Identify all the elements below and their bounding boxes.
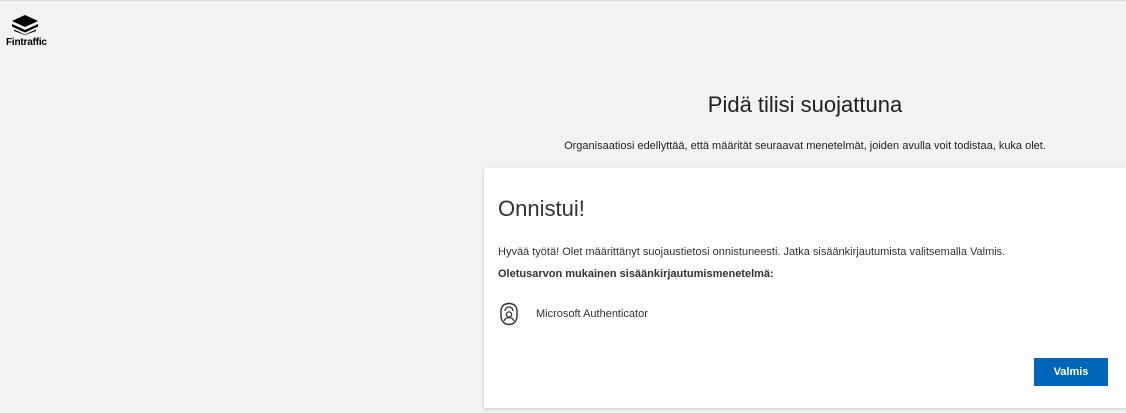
method-label: Microsoft Authenticator — [536, 308, 648, 320]
default-method-item: Microsoft Authenticator — [498, 300, 648, 328]
card-title: Onnistui! — [498, 196, 585, 221]
done-button[interactable]: Valmis — [1034, 358, 1108, 386]
page-subtitle: Organisaatiosi edellyttää, että määrität… — [564, 140, 1046, 152]
authenticator-lock-icon — [500, 302, 518, 326]
logo[interactable]: Fintraffic — [6, 15, 56, 49]
page-title: Pidä tilisi suojattuna — [707, 92, 903, 117]
success-message: Hyvää työtä! Olet määrittänyt suojaustie… — [498, 246, 1006, 258]
success-card: Onnistui! Hyvää työtä! Olet määrittänyt … — [484, 168, 1126, 408]
fintraffic-logo-icon — [12, 15, 38, 35]
main-content: Pidä tilisi suojattuna Organisaatiosi ed… — [0, 56, 1126, 413]
default-method-label: Oletusarvon mukainen sisäänkirjautumisme… — [498, 268, 774, 280]
logo-text: Fintraffic — [6, 37, 47, 48]
top-bar: Fintraffic — [0, 0, 1126, 56]
